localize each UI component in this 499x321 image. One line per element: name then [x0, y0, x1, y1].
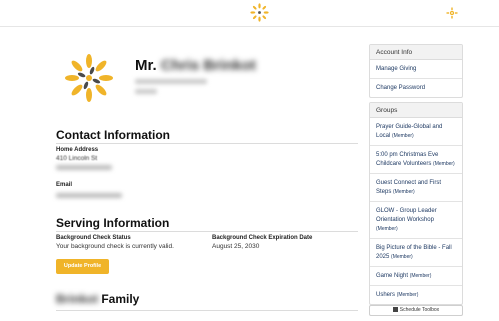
group-role: (Member)	[433, 161, 455, 167]
divider	[56, 143, 358, 144]
groups-title: Groups	[370, 103, 462, 118]
serving-heading: Serving Information	[56, 216, 170, 230]
home-address-label: Home Address	[56, 147, 99, 153]
bg-check-status-value: Your background check is currently valid…	[56, 243, 174, 250]
group-name: Game Night	[376, 273, 409, 279]
name-blurred: Chris Brinkot	[160, 57, 256, 74]
group-role: (Member)	[376, 226, 398, 232]
family-heading-suffix: Family	[101, 292, 140, 306]
redacted-email	[56, 193, 122, 198]
calendar-icon	[392, 307, 398, 312]
schedule-toolbox-label: Schedule Toolbox	[399, 307, 440, 313]
group-item[interactable]: 5:00 pm Christmas Eve Childcare Voluntee…	[370, 146, 462, 174]
name-prefix: Mr.	[135, 57, 157, 74]
manage-giving-link[interactable]: Manage Giving	[370, 60, 462, 79]
change-password-link[interactable]: Change Password	[370, 79, 462, 97]
avatar	[65, 54, 113, 102]
group-name: Big Picture of the Bible - Fall 2025	[376, 245, 452, 260]
divider	[56, 231, 358, 232]
top-bar	[0, 0, 499, 27]
divider	[56, 310, 358, 311]
group-item[interactable]: Prayer Guide-Global and Local (Member)	[370, 118, 462, 146]
group-name: Ushers	[376, 292, 396, 298]
group-name: 5:00 pm Christmas Eve Childcare Voluntee…	[376, 152, 439, 167]
profile-name: Mr. Chris Brinkot	[135, 57, 256, 74]
family-heading: Brinkot Family	[56, 292, 139, 306]
email-label: Email	[56, 182, 73, 188]
redacted-subtitle	[135, 79, 207, 84]
group-item[interactable]: Game Night (Member)	[370, 267, 462, 286]
home-address-line1: 410 Lincoln St	[56, 155, 98, 162]
group-name: GLOW - Group Leader Orientation Workshop	[376, 208, 437, 223]
gear-icon[interactable]	[446, 7, 458, 19]
account-info-panel: Account Info Manage Giving Change Passwo…	[369, 44, 463, 98]
account-info-title: Account Info	[370, 45, 462, 60]
group-role: (Member)	[393, 189, 415, 195]
bg-check-status-label: Background Check Status	[56, 235, 131, 241]
update-profile-button[interactable]: Update Profile	[56, 259, 109, 274]
group-role: (Member)	[391, 254, 413, 260]
family-name-blurred: Brinkot	[56, 292, 98, 306]
bg-check-exp-label: Background Check Expiration Date	[212, 235, 313, 241]
redacted-subtitle	[135, 89, 157, 94]
contact-heading: Contact Information	[56, 128, 170, 142]
group-role: (Member)	[409, 273, 432, 279]
group-item[interactable]: Ushers (Member)	[370, 286, 462, 304]
group-item[interactable]: Guest Connect and First Steps (Member)	[370, 174, 462, 202]
group-role: (Member)	[396, 292, 419, 298]
starburst-logo-icon[interactable]	[250, 3, 269, 22]
schedule-toolbox-button[interactable]: Schedule Toolbox	[369, 305, 463, 316]
group-item[interactable]: GLOW - Group Leader Orientation Workshop…	[370, 202, 462, 239]
redacted-address-line2	[56, 165, 112, 170]
groups-panel: Groups Prayer Guide-Global and Local (Me…	[369, 102, 463, 305]
group-role: (Member)	[392, 133, 414, 139]
group-item[interactable]: Big Picture of the Bible - Fall 2025 (Me…	[370, 239, 462, 267]
bg-check-exp-value: August 25, 2030	[212, 243, 260, 250]
